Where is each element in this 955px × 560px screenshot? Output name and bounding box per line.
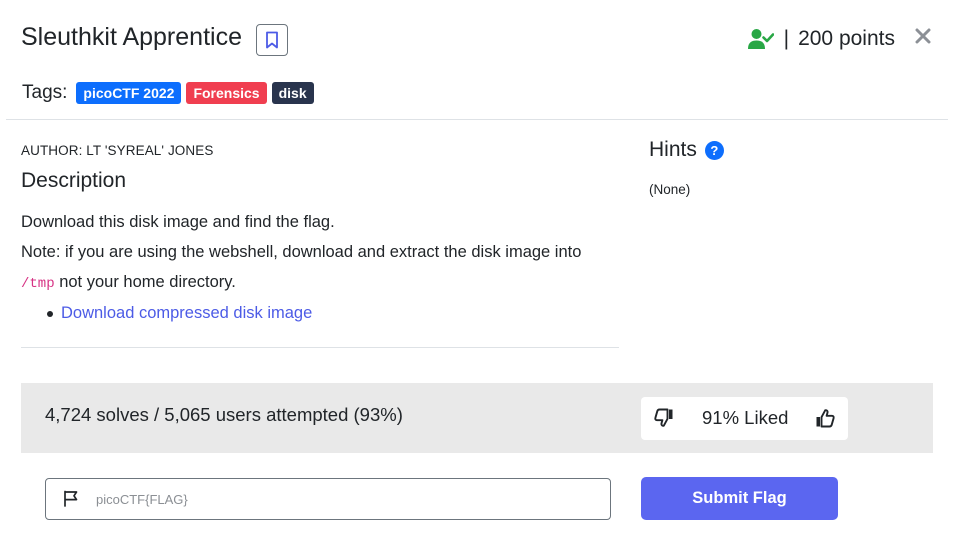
description-divider <box>21 347 619 348</box>
hints-content: (None) <box>649 182 691 197</box>
flag-input[interactable] <box>96 481 596 517</box>
tag-forensics[interactable]: Forensics <box>186 82 267 104</box>
user-check-icon <box>747 29 774 49</box>
tags-row: Tags: picoCTF 2022 Forensics disk <box>22 82 319 104</box>
flag-icon <box>64 490 78 507</box>
author-line: AUTHOR: LT 'SYREAL' JONES <box>21 143 214 158</box>
download-disk-image-link[interactable]: Download compressed disk image <box>61 304 312 323</box>
solves-stats: 4,724 solves / 5,065 users attempted (93… <box>45 404 403 425</box>
thumbs-up-icon[interactable] <box>815 408 835 428</box>
close-icon <box>915 28 931 44</box>
description-heading: Description <box>21 169 127 192</box>
description-line-1: Download this disk image and find the fl… <box>21 213 335 231</box>
bookmark-icon <box>266 31 278 49</box>
points-separator: | <box>783 27 790 50</box>
tmp-code: /tmp <box>21 276 55 292</box>
header-divider <box>6 119 948 120</box>
tags-label: Tags: <box>22 82 68 103</box>
description-line-2: Note: if you are using the webshell, dow… <box>21 243 582 261</box>
close-button[interactable] <box>913 26 933 46</box>
liked-percentage: 91% Liked <box>702 407 789 428</box>
challenge-title: Sleuthkit Apprentice <box>21 23 242 51</box>
tag-disk[interactable]: disk <box>271 82 314 104</box>
tag-picoctf-2022[interactable]: picoCTF 2022 <box>76 82 182 104</box>
points-display: | 200 points <box>747 27 895 51</box>
question-circle-icon[interactable]: ? <box>704 140 724 160</box>
bookmark-button[interactable] <box>256 24 288 56</box>
list-bullet <box>47 311 53 317</box>
hints-heading: Hints ? <box>649 138 724 162</box>
description-line-3-text: not your home directory. <box>59 273 236 291</box>
points-value: 200 points <box>798 27 895 50</box>
description-line-3: /tmp not your home directory. <box>21 273 236 292</box>
thumbs-down-icon[interactable] <box>654 408 674 428</box>
submit-flag-button[interactable]: Submit Flag <box>641 477 838 520</box>
hints-title: Hints <box>649 138 697 161</box>
